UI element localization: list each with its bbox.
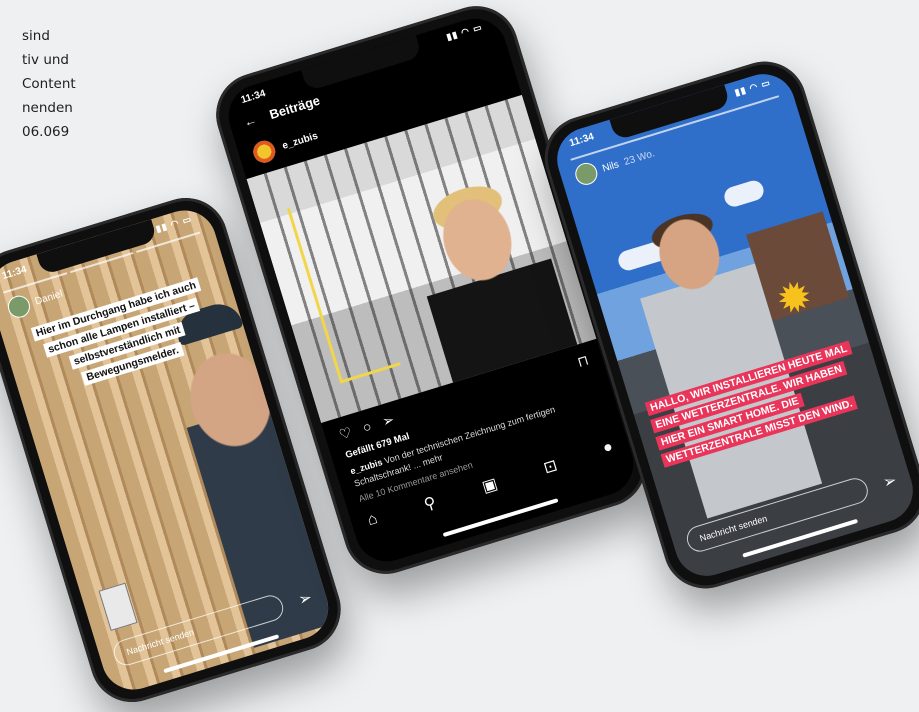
story-username[interactable]: Nils	[601, 159, 620, 174]
post-photo-person	[398, 167, 578, 383]
story-username[interactable]: Daniel	[34, 288, 64, 307]
share-send-icon[interactable]: ➢	[380, 411, 396, 431]
background-text: sind tiv und Content nenden 06.069	[22, 24, 142, 144]
status-time: 11:34	[568, 131, 596, 150]
like-heart-icon[interactable]: ♡	[337, 424, 354, 444]
bookmark-icon[interactable]: ⊓	[575, 351, 590, 370]
wiring-shape	[286, 190, 401, 384]
status-time: 11:34	[239, 88, 267, 106]
avatar[interactable]	[250, 137, 279, 166]
home-icon[interactable]: ⌂	[365, 510, 380, 532]
background-text-line: nenden	[22, 100, 73, 116]
reels-icon[interactable]: ▣	[480, 474, 500, 498]
status-time: 11:34	[0, 264, 29, 282]
background-text-line: tiv und	[22, 52, 70, 68]
story-age: 23 Wo.	[622, 147, 656, 168]
avatar[interactable]	[5, 292, 33, 321]
profile-avatar-icon[interactable]: ●	[601, 438, 616, 460]
background-text-line: Content	[22, 76, 76, 92]
send-icon[interactable]: ➢	[881, 470, 900, 493]
shop-icon[interactable]: ⊡	[541, 455, 560, 478]
comment-icon[interactable]: ○	[361, 418, 374, 437]
background-text-line: sind	[22, 28, 50, 44]
back-arrow-icon[interactable]: ←	[242, 112, 259, 130]
avatar[interactable]	[572, 160, 601, 188]
light-switch-shape	[98, 582, 138, 631]
background-text-line: 06.069	[22, 124, 70, 140]
search-icon[interactable]: ⚲	[422, 492, 439, 515]
account-name[interactable]: e_zubis	[281, 130, 319, 151]
